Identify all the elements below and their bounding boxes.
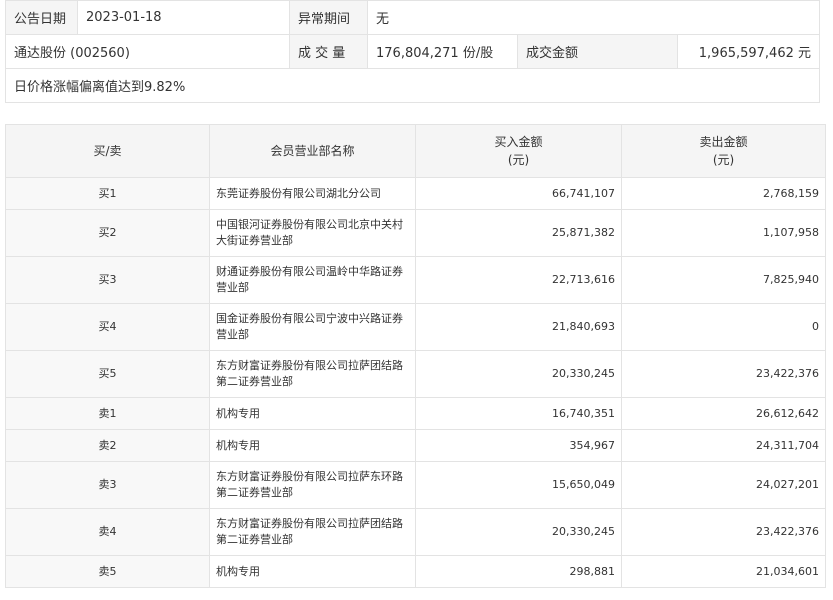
row-sell-amount: 23,422,376: [621, 508, 826, 556]
row-buy-amount: 22,713,616: [415, 256, 622, 304]
table-row: 卖4 东方财富证券股份有限公司拉萨团结路第二证券营业部 20,330,245 2…: [5, 508, 826, 556]
table-row: 卖2 机构专用 354,967 24,311,704: [5, 429, 826, 462]
header-sell: 卖出金额 (元): [621, 124, 826, 178]
volume-label: 成 交 量: [289, 34, 368, 69]
abnormal-period-label: 异常期间: [289, 0, 368, 35]
header-dept: 会员营业部名称: [209, 124, 416, 178]
row-side: 买1: [5, 177, 210, 210]
row-dept: 东方财富证券股份有限公司拉萨东环路第二证券营业部: [209, 461, 416, 509]
table-row: 买5 东方财富证券股份有限公司拉萨团结路第二证券营业部 20,330,245 2…: [5, 350, 826, 398]
row-sell-amount: 2,768,159: [621, 177, 826, 210]
row-dept: 中国银河证券股份有限公司北京中关村大街证券营业部: [209, 209, 416, 257]
row-sell-amount: 24,027,201: [621, 461, 826, 509]
table-row: 买4 国金证券股份有限公司宁波中兴路证券营业部 21,840,693 0: [5, 303, 826, 351]
row-dept: 国金证券股份有限公司宁波中兴路证券营业部: [209, 303, 416, 351]
summary-row-reason: 日价格涨幅偏离值达到9.82%: [4, 68, 821, 103]
row-side: 买3: [5, 256, 210, 304]
row-buy-amount: 15,650,049: [415, 461, 622, 509]
detail-header-row: 买/卖 会员营业部名称 买入金额 (元) 卖出金额 (元): [5, 124, 826, 178]
header-side: 买/卖: [5, 124, 210, 178]
table-row: 卖3 东方财富证券股份有限公司拉萨东环路第二证券营业部 15,650,049 2…: [5, 461, 826, 509]
row-side: 卖5: [5, 555, 210, 588]
header-buy-label: 买入金额: [494, 135, 543, 149]
header-buy-unit: (元): [507, 153, 530, 167]
row-dept: 东莞证券股份有限公司湖北分公司: [209, 177, 416, 210]
announce-date-label: 公告日期: [5, 0, 78, 35]
row-buy-amount: 25,871,382: [415, 209, 622, 257]
row-dept: 东方财富证券股份有限公司拉萨团结路第二证券营业部: [209, 350, 416, 398]
announce-date-value: 2023-01-18: [77, 0, 290, 35]
row-side: 卖3: [5, 461, 210, 509]
row-buy-amount: 354,967: [415, 429, 622, 462]
row-dept: 机构专用: [209, 397, 416, 430]
row-side: 卖4: [5, 508, 210, 556]
row-dept: 东方财富证券股份有限公司拉萨团结路第二证券营业部: [209, 508, 416, 556]
row-sell-amount: 1,107,958: [621, 209, 826, 257]
summary-row-trade: 通达股份 (002560) 成 交 量 176,804,271 份/股 成交金额…: [5, 34, 821, 69]
summary-row-date: 公告日期 2023-01-18 异常期间 无: [5, 0, 821, 35]
header-sell-unit: (元): [712, 153, 735, 167]
row-buy-amount: 66,741,107: [415, 177, 622, 210]
amount-value: 1,965,597,462 元: [676, 34, 821, 69]
row-buy-amount: 298,881: [415, 555, 622, 588]
row-buy-amount: 20,330,245: [415, 350, 622, 398]
row-side: 买2: [5, 209, 210, 257]
row-sell-amount: 24,311,704: [621, 429, 826, 462]
row-buy-amount: 20,330,245: [415, 508, 622, 556]
row-sell-amount: 7,825,940: [621, 256, 826, 304]
row-side: 卖2: [5, 429, 210, 462]
table-row: 买3 财通证券股份有限公司温岭中华路证券营业部 22,713,616 7,825…: [5, 256, 826, 304]
row-sell-amount: 21,034,601: [621, 555, 826, 588]
row-sell-amount: 26,612,642: [621, 397, 826, 430]
stock-name: 通达股份 (002560): [5, 34, 290, 69]
row-dept: 财通证券股份有限公司温岭中华路证券营业部: [209, 256, 416, 304]
table-row: 卖1 机构专用 16,740,351 26,612,642: [5, 397, 826, 430]
table-row: 卖5 机构专用 298,881 21,034,601: [5, 555, 826, 588]
header-buy: 买入金额 (元): [415, 124, 622, 178]
header-sell-label: 卖出金额: [699, 135, 748, 149]
reason-text: 日价格涨幅偏离值达到9.82%: [4, 68, 821, 103]
row-sell-amount: 0: [621, 303, 826, 351]
row-side: 卖1: [5, 397, 210, 430]
summary-table: 公告日期 2023-01-18 异常期间 无 通达股份 (002560) 成 交…: [4, 0, 821, 103]
row-side: 买4: [5, 303, 210, 351]
abnormal-period-value: 无: [366, 0, 821, 35]
row-sell-amount: 23,422,376: [621, 350, 826, 398]
table-row: 买1 东莞证券股份有限公司湖北分公司 66,741,107 2,768,159: [5, 177, 826, 210]
trading-detail-table: 买/卖 会员营业部名称 买入金额 (元) 卖出金额 (元) 买1 东莞证券股份有…: [5, 124, 826, 588]
row-dept: 机构专用: [209, 555, 416, 588]
row-dept: 机构专用: [209, 429, 416, 462]
amount-label: 成交金额: [517, 34, 678, 69]
row-side: 买5: [5, 350, 210, 398]
volume-value: 176,804,271 份/股: [367, 34, 518, 69]
row-buy-amount: 21,840,693: [415, 303, 622, 351]
row-buy-amount: 16,740,351: [415, 397, 622, 430]
table-row: 买2 中国银河证券股份有限公司北京中关村大街证券营业部 25,871,382 1…: [5, 209, 826, 257]
